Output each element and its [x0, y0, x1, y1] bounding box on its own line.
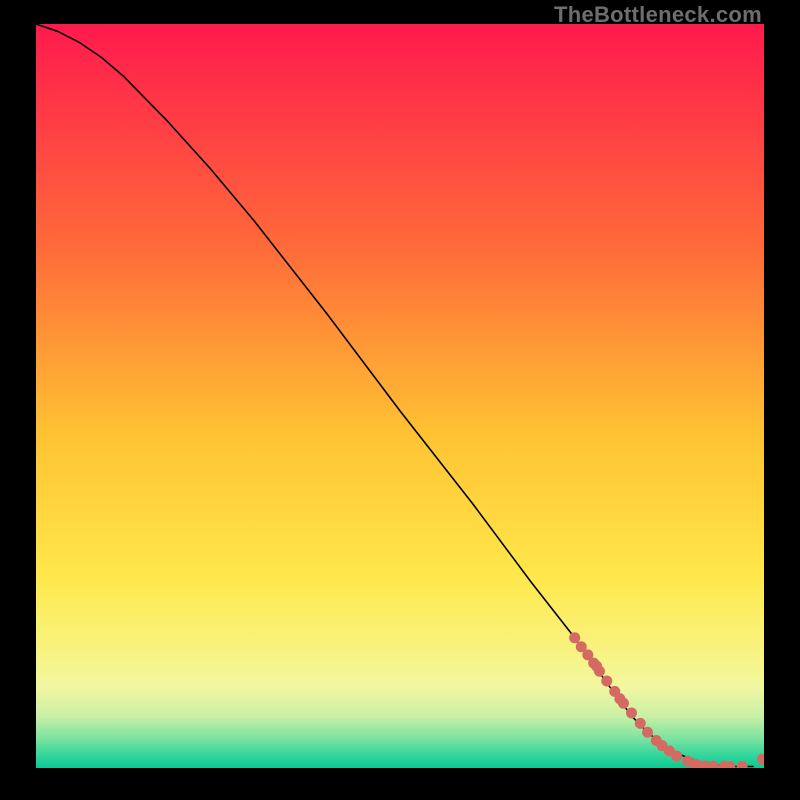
data-point: [642, 727, 653, 738]
data-point: [671, 751, 682, 762]
data-point: [569, 632, 580, 643]
chart-plot-area: [36, 24, 764, 768]
chart-stage: TheBottleneck.com: [0, 0, 800, 800]
data-point: [626, 707, 637, 718]
data-point: [594, 666, 605, 677]
data-point: [635, 718, 646, 729]
gradient-background: [36, 24, 764, 768]
data-point: [618, 698, 629, 709]
data-point: [601, 675, 612, 686]
chart-svg: [36, 24, 764, 768]
